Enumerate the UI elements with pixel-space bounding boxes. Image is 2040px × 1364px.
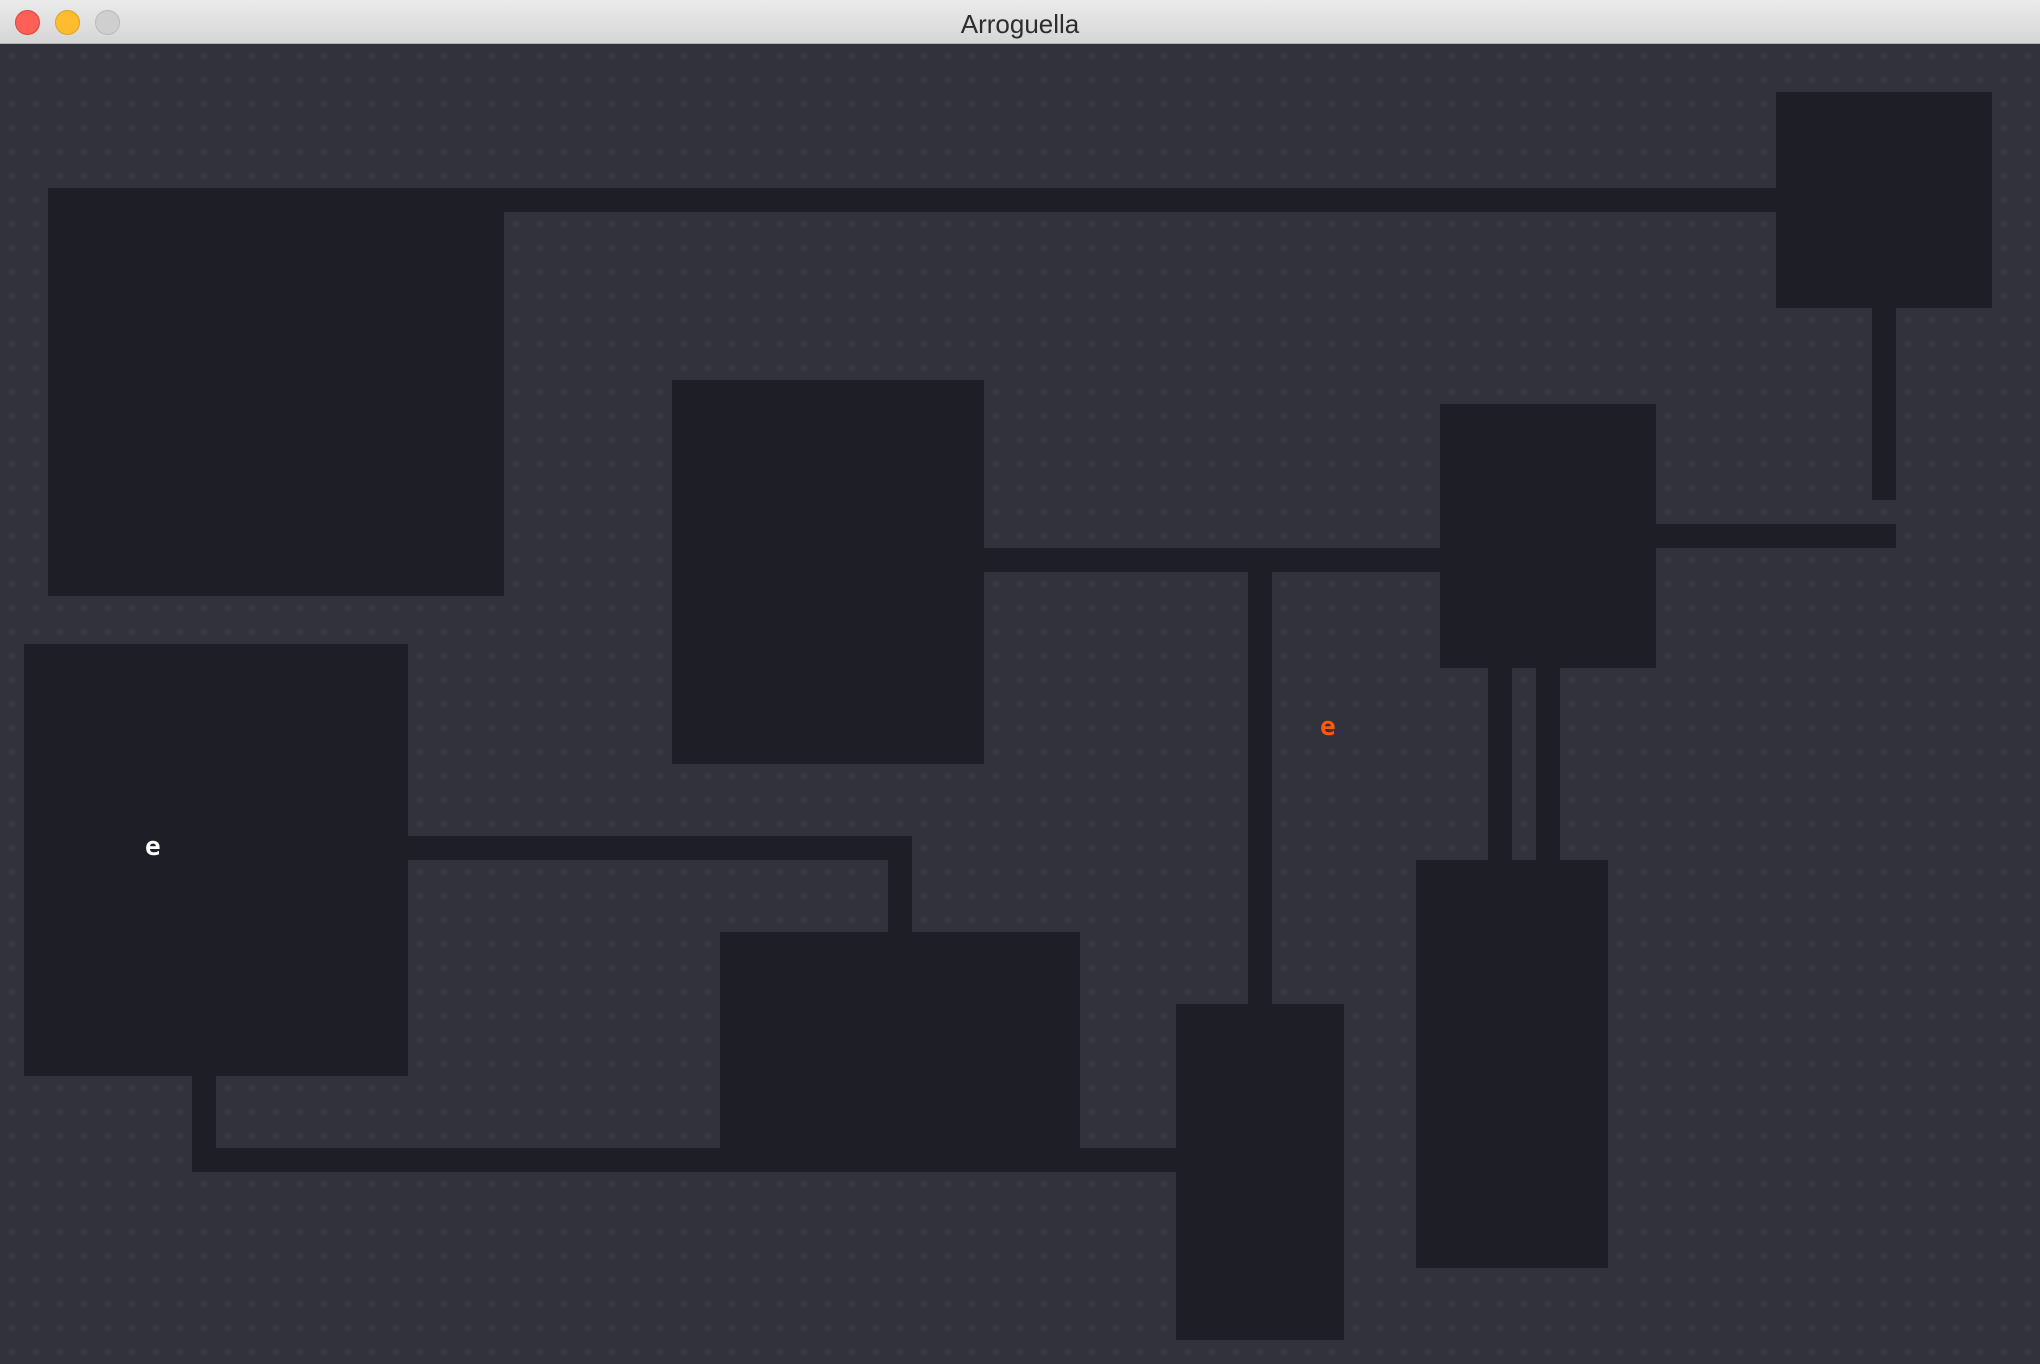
corridor-floor-11 [192, 1148, 1176, 1172]
room-floor-8 [1776, 92, 1992, 308]
room-floor-1 [48, 188, 504, 596]
room-floor-3 [672, 380, 984, 764]
window-title: Arroguella [960, 9, 1080, 39]
game-map[interactable]: e e [0, 44, 2040, 1364]
player-glyph-icon: e [145, 832, 161, 862]
room-floor-5 [1176, 1004, 1344, 1340]
corridor-floor-7 [1536, 668, 1560, 860]
corridor-floor-2 [1872, 308, 1896, 500]
dungeon-map-svg [24, 92, 1992, 1340]
room-floor-6 [1416, 860, 1608, 1268]
monster-glyph-icon: e [1320, 712, 1336, 742]
corridor-floor-4 [984, 548, 1440, 572]
game-window: Arroguella e e [0, 0, 2040, 1364]
room-floor-7 [1440, 404, 1656, 668]
room-floor-4 [720, 932, 1080, 1148]
corridor-floor-5 [1248, 572, 1272, 1004]
room-floor-2 [24, 644, 408, 1076]
title-bar[interactable]: Arroguella [0, 0, 2040, 44]
corridor-floor-9 [888, 860, 912, 932]
corridor-floor-6 [1488, 668, 1512, 860]
corridor-floor-3 [1656, 524, 1896, 548]
corridor-floor-8 [408, 836, 912, 860]
corridor-floor-1 [504, 188, 1776, 212]
